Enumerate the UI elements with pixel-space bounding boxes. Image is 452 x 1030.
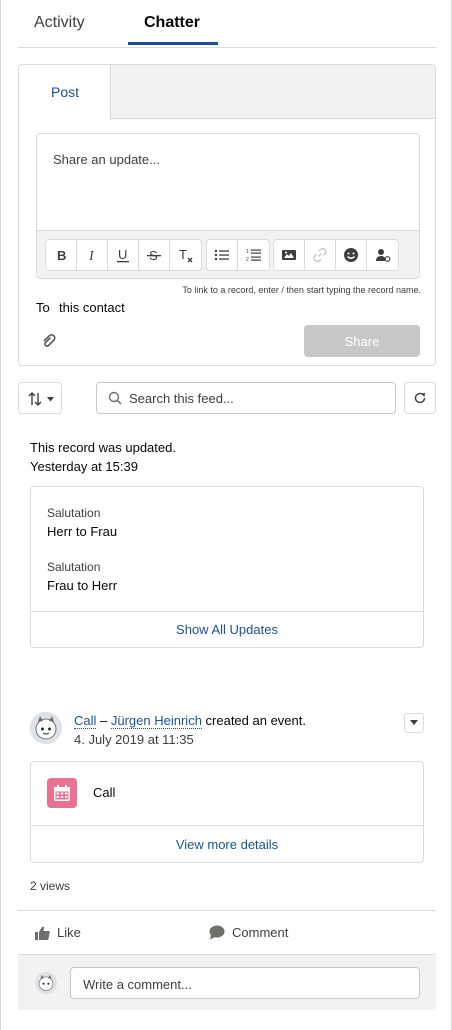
avatar <box>35 972 57 994</box>
action-text: created an event. <box>201 713 306 728</box>
image-icon <box>282 250 296 260</box>
numbered-list-button[interactable]: 12 <box>238 240 269 270</box>
remove-formatting-button[interactable]: T <box>170 240 201 270</box>
search-icon <box>108 391 122 405</box>
like-button[interactable]: Like <box>35 925 81 940</box>
bold-icon: B <box>57 248 66 263</box>
post-editor-placeholder[interactable]: Share an update... <box>53 152 160 167</box>
user-link[interactable]: Jürgen Heinrich <box>110 713 202 729</box>
bulleted-list-icon <box>214 249 229 261</box>
like-label: Like <box>57 925 81 940</box>
post-publisher: Post Share an update... B I U S T 1 2 To… <box>18 64 436 366</box>
text-format-group: B I U S T <box>45 239 202 271</box>
underline-icon: U <box>117 247 129 263</box>
refresh-feed-button[interactable] <box>404 382 436 414</box>
emoji-icon <box>344 248 358 262</box>
italic-icon: I <box>88 249 95 263</box>
calendar-icon <box>54 785 70 801</box>
svg-text:B: B <box>57 248 66 263</box>
comment-input[interactable] <box>83 975 413 993</box>
mention-button[interactable] <box>367 240 398 270</box>
comment-button[interactable]: Comment <box>209 925 288 940</box>
strikethrough-icon: S <box>147 248 161 263</box>
underline-button[interactable]: U <box>108 240 139 270</box>
sort-feed-button[interactable] <box>18 382 62 414</box>
field-change-label: Salutation <box>47 560 101 574</box>
feed-search[interactable] <box>96 382 396 414</box>
event-card: Call View more details <box>30 761 424 863</box>
numbered-list-icon: 12 <box>246 249 261 263</box>
update-post-title: This record was updated. <box>30 440 176 455</box>
link-icon <box>313 247 327 263</box>
active-tab-indicator <box>128 42 218 45</box>
post-action-bar: Like Comment <box>18 910 436 954</box>
update-post-timestamp: Yesterday at 15:39 <box>30 459 138 474</box>
astro-avatar-icon <box>30 712 62 744</box>
field-change-value: Herr to Frau <box>47 524 118 539</box>
to-label: To <box>36 300 50 315</box>
tab-bar: Activity Chatter <box>18 0 436 48</box>
link-button[interactable] <box>305 240 336 270</box>
mention-icon <box>375 249 390 262</box>
image-button[interactable] <box>274 240 305 270</box>
svg-text:I: I <box>88 249 95 263</box>
record-link-hint: To link to a record, enter / then start … <box>182 285 421 295</box>
header-separator: – <box>96 713 111 728</box>
comment-icon <box>209 925 225 940</box>
event-post-timestamp[interactable]: 4. July 2019 at 11:35 <box>74 732 194 747</box>
post-editor[interactable]: Share an update... B I U S T 1 2 <box>36 133 420 279</box>
strikethrough-button[interactable]: S <box>139 240 170 270</box>
comment-label: Comment <box>232 925 289 940</box>
attachment-icon[interactable] <box>41 333 57 349</box>
view-more-details-link[interactable]: View more details <box>31 825 423 862</box>
view-count: 2 views <box>30 879 71 893</box>
list-group: 12 <box>206 239 270 271</box>
refresh-icon <box>414 392 426 404</box>
emoji-button[interactable] <box>336 240 367 270</box>
chevron-down-icon <box>47 397 54 402</box>
bold-button[interactable]: B <box>46 240 77 270</box>
event-name[interactable]: Call <box>93 785 115 800</box>
remove-formatting-icon: T <box>179 247 192 263</box>
tab-activity[interactable]: Activity <box>34 14 85 32</box>
insert-group <box>273 239 399 271</box>
comment-field[interactable] <box>70 967 420 999</box>
event-post-header: Call – Jürgen Heinrich created an event. <box>74 713 306 729</box>
avatar[interactable] <box>30 712 62 744</box>
tab-chatter[interactable]: Chatter <box>144 14 200 32</box>
svg-text:T: T <box>179 247 187 262</box>
svg-text:1: 1 <box>246 249 249 255</box>
post-actions-menu-button[interactable] <box>404 713 424 733</box>
chatter-panel: Activity Chatter Post Share an update...… <box>0 0 452 1030</box>
italic-button[interactable]: I <box>77 240 108 270</box>
feed-search-input[interactable] <box>129 389 387 407</box>
bulleted-list-button[interactable] <box>207 240 238 270</box>
chevron-down-icon <box>410 720 418 725</box>
svg-text:2: 2 <box>246 257 249 263</box>
to-value: this contact <box>59 300 125 315</box>
tab-post-label: Post <box>51 84 80 100</box>
sort-icon <box>28 392 42 406</box>
share-button[interactable]: Share <box>304 325 420 357</box>
astro-avatar-icon <box>35 972 57 994</box>
like-icon <box>35 926 50 940</box>
comment-composer <box>18 954 436 1010</box>
publisher-tab-bar: Post <box>19 65 435 120</box>
update-post-card: Salutation Herr to Frau Salutation Frau … <box>30 486 424 648</box>
show-all-updates-link[interactable]: Show All Updates <box>31 611 423 647</box>
tab-post[interactable]: Post <box>19 65 111 120</box>
event-icon <box>47 778 77 808</box>
field-change-label: Salutation <box>47 506 101 520</box>
field-change-value: Frau to Herr <box>47 578 118 593</box>
formatting-toolbar: B I U S T 1 2 <box>37 230 419 278</box>
svg-text:U: U <box>118 247 127 262</box>
record-link[interactable]: Call <box>74 713 97 729</box>
